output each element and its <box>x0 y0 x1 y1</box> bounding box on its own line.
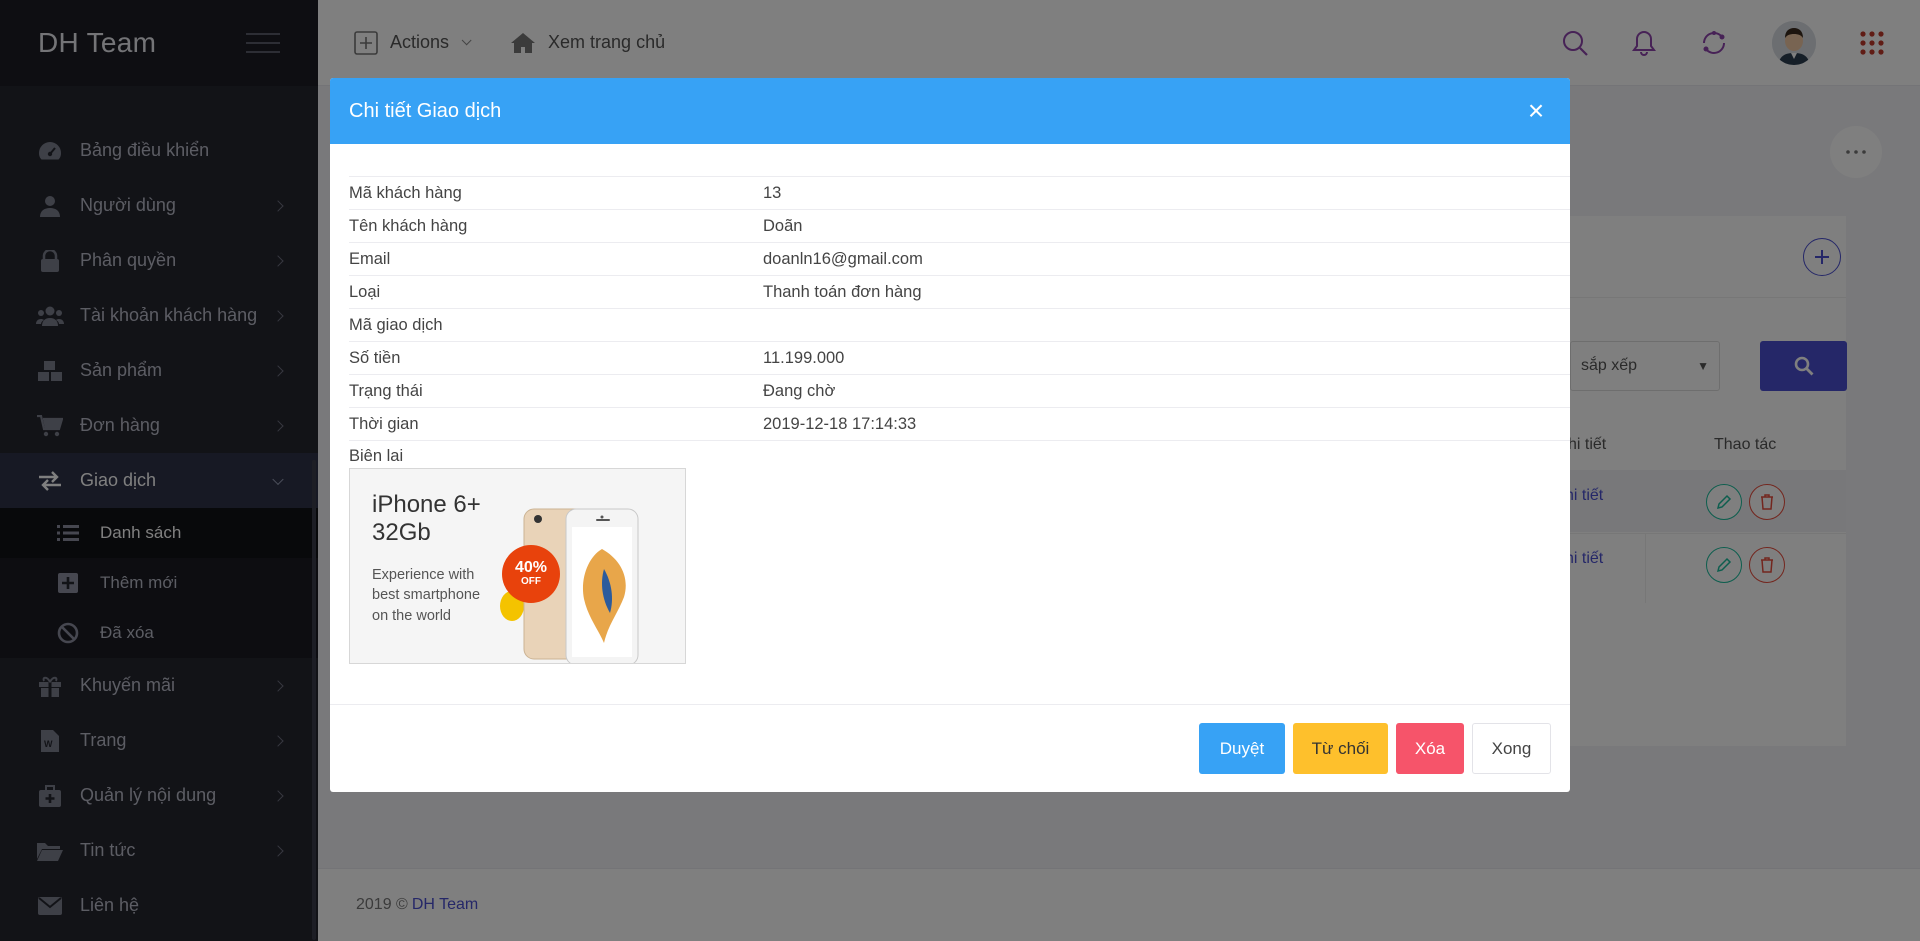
delete-button[interactable]: Xóa <box>1396 723 1464 774</box>
receipt-title-line1: iPhone 6+ <box>372 491 481 518</box>
receipt-title: iPhone 6+ 32Gb <box>372 491 481 546</box>
modal-header: Chi tiết Giao dịch × <box>330 78 1570 144</box>
detail-row-status: Trạng thái Đang chờ <box>349 374 1570 407</box>
detail-key: Thời gian <box>349 414 419 433</box>
modal-footer: Duyệt Từ chối Xóa Xong <box>330 704 1570 792</box>
detail-value: 2019-12-18 17:14:33 <box>763 414 917 433</box>
discount-off: OFF <box>521 576 541 587</box>
reject-button[interactable]: Từ chối <box>1293 723 1388 774</box>
done-button[interactable]: Xong <box>1472 723 1551 774</box>
detail-value: Thanh toán đơn hàng <box>763 282 922 301</box>
detail-row-type: Loại Thanh toán đơn hàng <box>349 275 1570 308</box>
modal-title: Chi tiết Giao dịch <box>349 99 502 122</box>
receipt-description: Experience with best smartphone on the w… <box>372 567 481 624</box>
detail-value: Doãn <box>763 216 803 235</box>
detail-key: Trạng thái <box>349 381 423 400</box>
receipt-title-line2: 32Gb <box>372 518 431 546</box>
detail-row-customer-name: Tên khách hàng Doãn <box>349 209 1570 242</box>
modal-body: Mã khách hàng 13 Tên khách hàng Doãn Ema… <box>330 144 1570 664</box>
approve-button[interactable]: Duyệt <box>1199 723 1285 774</box>
detail-row-customer-id: Mã khách hàng 13 <box>349 176 1570 209</box>
detail-row-amount: Số tiền 11.199.000 <box>349 341 1570 374</box>
detail-key: Loại <box>349 282 381 301</box>
detail-key: Tên khách hàng <box>349 216 468 235</box>
detail-value: 11.199.000 <box>763 348 845 367</box>
detail-key: Mã khách hàng <box>349 183 462 202</box>
detail-key: Email <box>349 249 391 268</box>
discount-percent: 40% <box>514 559 548 576</box>
detail-row-time: Thời gian 2019-12-18 17:14:33 <box>349 407 1570 440</box>
discount-badge: 40% OFF <box>502 545 560 603</box>
transaction-detail-modal: Chi tiết Giao dịch × Mã khách hàng 13 Tê… <box>330 78 1570 792</box>
receipt-image[interactable]: iPhone 6+ 32Gb Experience with best smar… <box>349 468 686 664</box>
detail-row-transaction-code: Mã giao dịch <box>349 308 1570 341</box>
detail-key: Số tiền <box>349 348 401 367</box>
detail-key: Mã giao dịch <box>349 315 443 334</box>
receipt-label: Biên lai <box>349 440 1570 466</box>
detail-row-email: Email doanln16@gmail.com <box>349 242 1570 275</box>
detail-value: doanln16@gmail.com <box>763 249 923 268</box>
detail-value: 13 <box>763 183 782 202</box>
detail-value: Đang chờ <box>763 381 836 400</box>
close-icon[interactable]: × <box>1521 97 1551 125</box>
